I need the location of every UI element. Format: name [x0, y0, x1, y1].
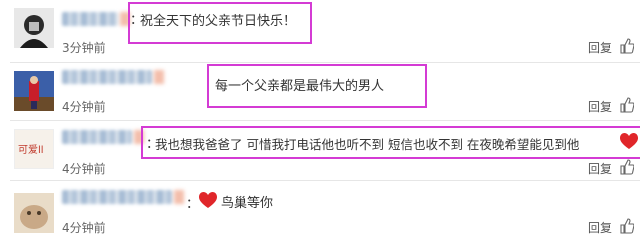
- heart-icon: [199, 192, 217, 208]
- reply-link[interactable]: 回复: [588, 160, 612, 177]
- thumbs-up-icon[interactable]: [620, 159, 634, 175]
- username-blurred[interactable]: [62, 190, 172, 204]
- thumbs-up-icon[interactable]: [620, 218, 634, 234]
- username-blurred[interactable]: [62, 130, 132, 144]
- thumbs-up-icon[interactable]: [620, 38, 634, 54]
- comment-time: 4分钟前: [62, 100, 106, 114]
- highlight-box: [128, 2, 312, 44]
- thumbs-up-icon[interactable]: [620, 97, 634, 113]
- username-blurred[interactable]: [62, 70, 152, 84]
- avatar-text: 可爱ll: [18, 145, 44, 156]
- reply-link[interactable]: 回复: [588, 219, 612, 236]
- comment-item: ： 鸟巢等你 4分钟前 回复: [0, 181, 640, 242]
- comment-time: 3分钟前: [62, 41, 106, 55]
- avatar[interactable]: [14, 71, 54, 111]
- comment-text: 鸟巢等你: [221, 196, 274, 211]
- highlight-box: [141, 126, 640, 159]
- avatar[interactable]: [14, 8, 54, 48]
- comment-item: ： 祝全天下的父亲节日快乐！ 3分钟前 回复: [0, 0, 640, 60]
- comment-time: 4分钟前: [62, 221, 106, 235]
- highlight-box: [207, 64, 427, 108]
- comment-time: 4分钟前: [62, 162, 106, 176]
- avatar[interactable]: [14, 193, 54, 233]
- avatar[interactable]: 可爱ll: [14, 129, 54, 169]
- reply-link[interactable]: 回复: [588, 98, 612, 115]
- username-blurred[interactable]: [62, 12, 118, 26]
- reply-link[interactable]: 回复: [588, 39, 612, 56]
